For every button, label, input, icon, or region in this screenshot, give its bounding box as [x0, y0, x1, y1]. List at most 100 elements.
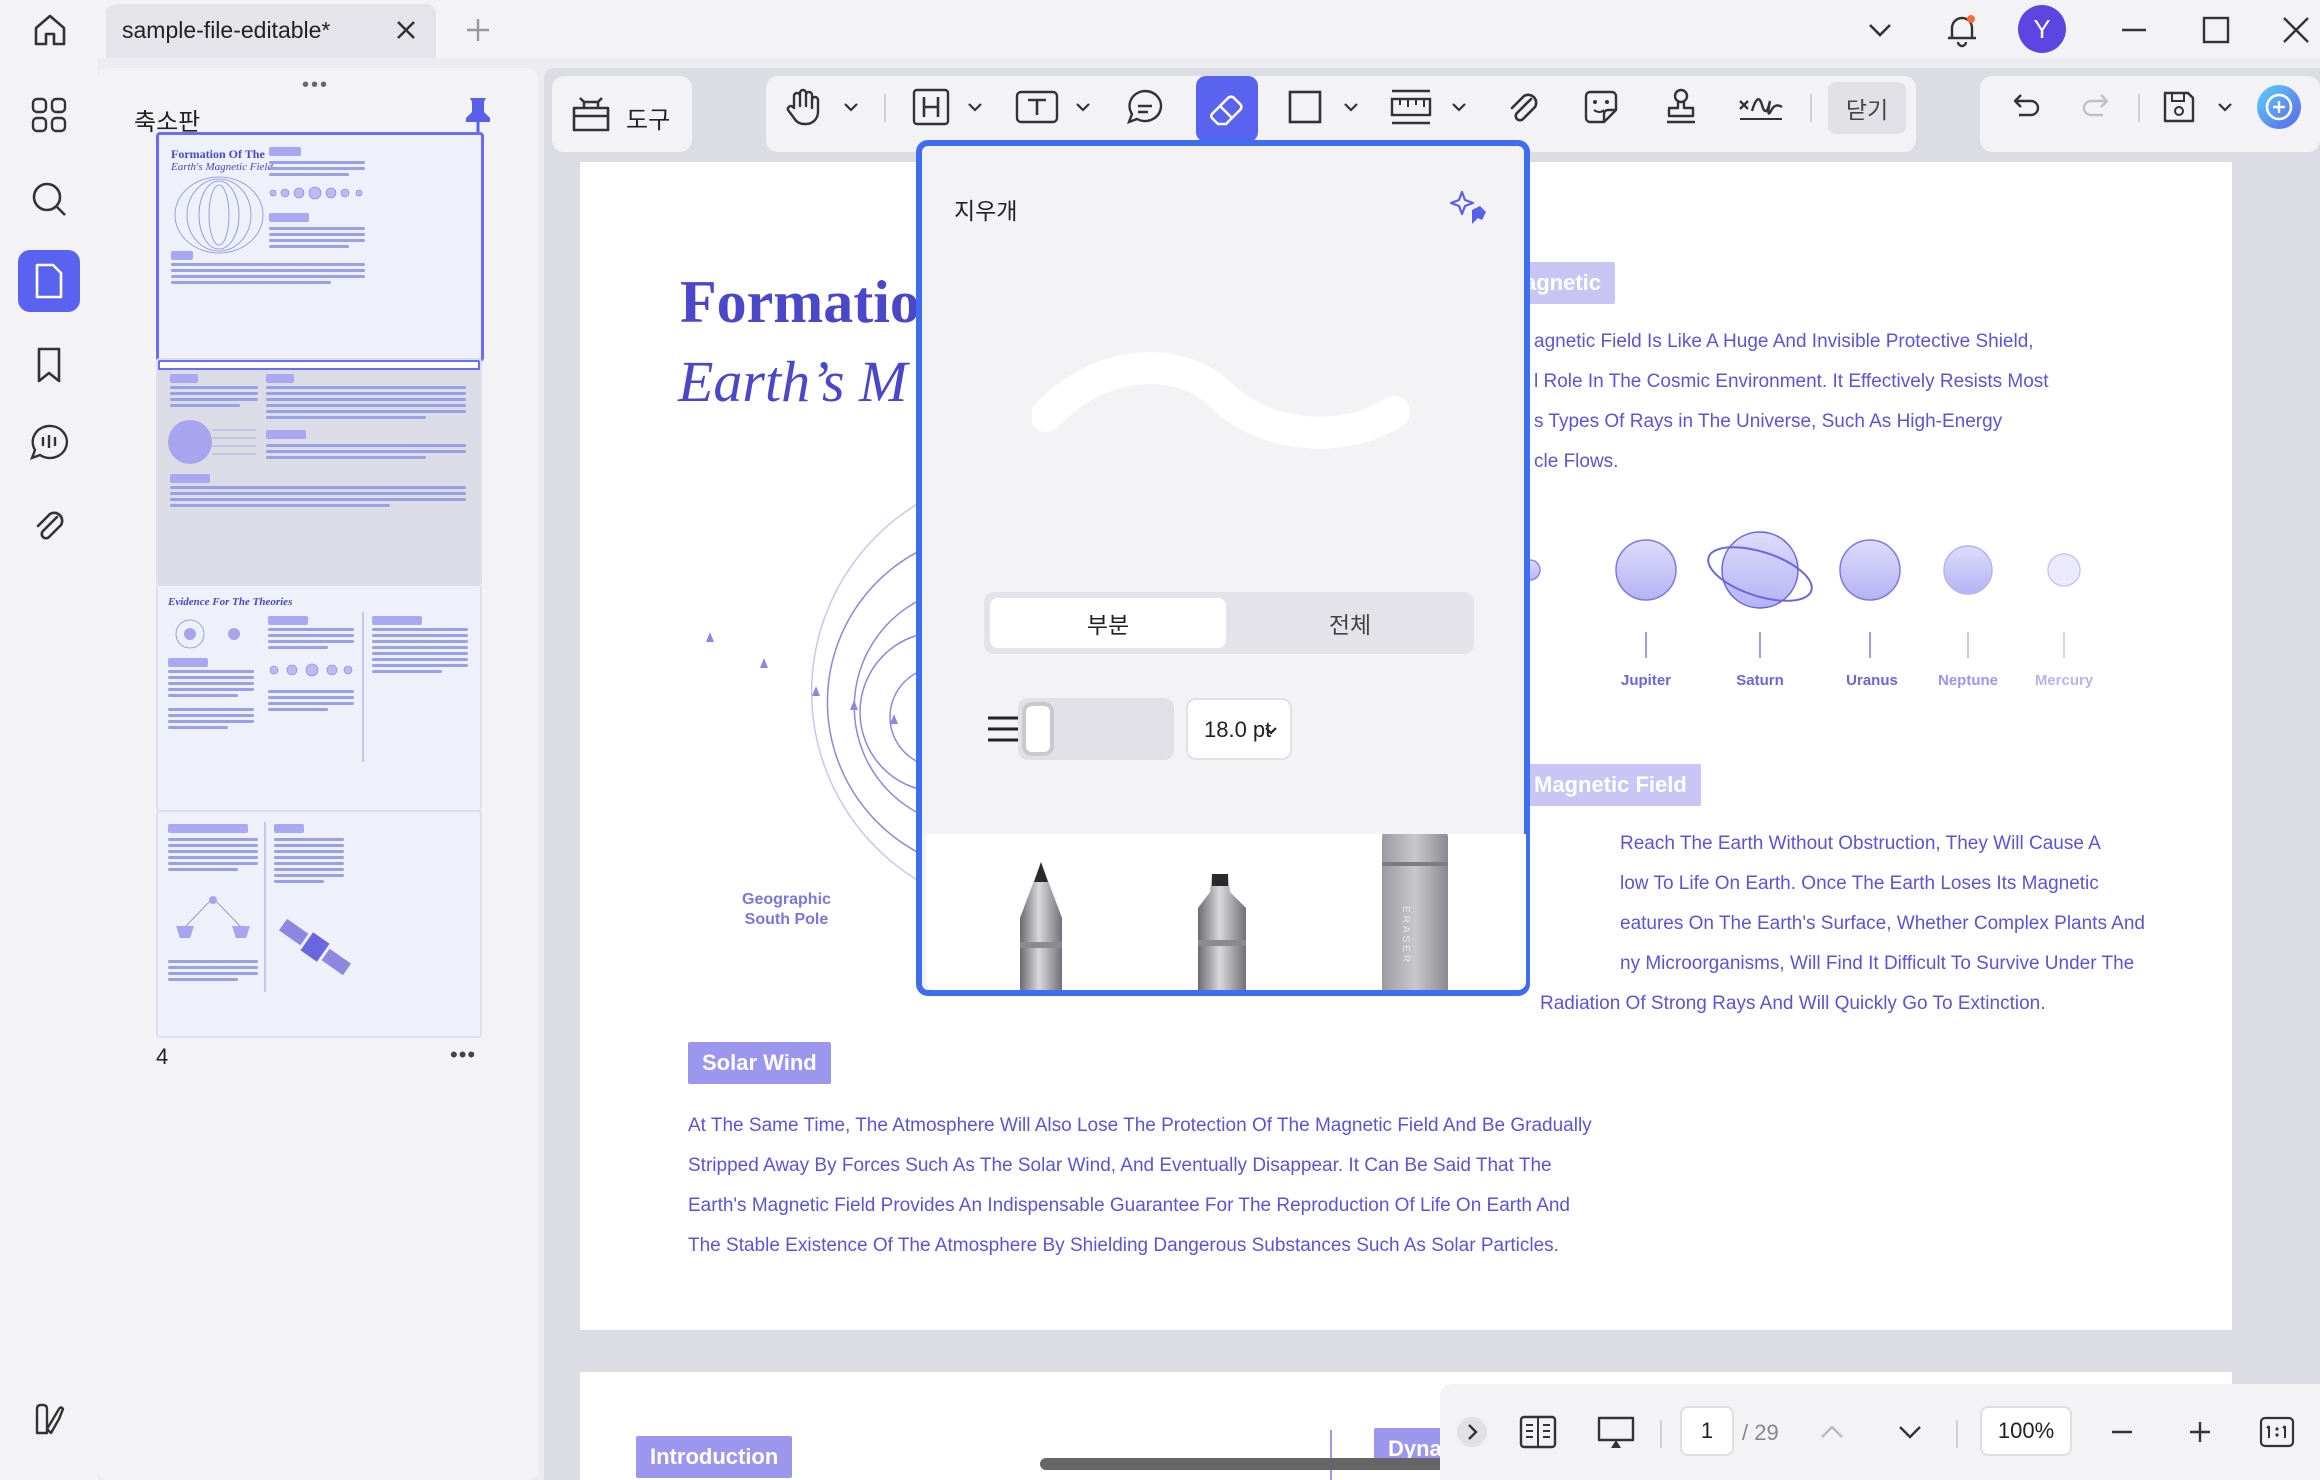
- rectangle-tool-icon[interactable]: [1278, 80, 1332, 134]
- section-heading-introduction: Introduction: [636, 1436, 793, 1478]
- hand-tool-icon[interactable]: [776, 80, 830, 134]
- paragraph-1: agnetic Field Is Like A Huge And Invisib…: [1534, 331, 2049, 472]
- chevron-down-icon[interactable]: [1450, 98, 1468, 116]
- slider-handle[interactable]: [1022, 702, 1054, 756]
- actual-size-icon[interactable]: [2252, 1406, 2302, 1458]
- thumb-number: 4: [156, 1044, 169, 1069]
- magic-pin-icon[interactable]: [1442, 184, 1490, 228]
- thumb-heading: Formation Of The: [171, 147, 265, 161]
- size-select[interactable]: 18.0 pt: [1186, 698, 1292, 760]
- chevron-down-icon[interactable]: [2216, 98, 2234, 116]
- maximize-icon[interactable]: [2194, 8, 2238, 52]
- chevron-down-icon[interactable]: [842, 98, 860, 116]
- paragraph-3: At The Same Time, The Atmosphere Will Al…: [688, 1115, 1592, 1256]
- chevron-down-icon[interactable]: [966, 98, 984, 116]
- tools-label: 도구: [626, 107, 671, 134]
- comment-tool-icon[interactable]: [1118, 80, 1172, 134]
- marker-icon[interactable]: [1184, 870, 1264, 990]
- eraser-pen-icon[interactable]: [1374, 834, 1454, 990]
- attachment-icon[interactable]: [18, 494, 80, 556]
- tools-menu-button[interactable]: 도구: [552, 76, 692, 152]
- page-layout-icon[interactable]: [1510, 1406, 1566, 1458]
- chevron-down-icon: [1265, 727, 1277, 735]
- signature-tool-icon[interactable]: [1734, 80, 1788, 134]
- pencil-icon[interactable]: [1006, 854, 1076, 990]
- paragraph-2: Reach The Earth Without Obstruction, The…: [1540, 833, 2145, 1014]
- thumbnails-panel: ••• 축소판 Formation Of The Earth's Magneti…: [98, 68, 538, 1480]
- window-close-icon[interactable]: [2274, 8, 2318, 52]
- tab-title: sample-file-editable*: [122, 17, 331, 43]
- sticker-tool-icon[interactable]: [1574, 80, 1628, 134]
- planets-diagram: [1520, 531, 1993, 658]
- thumb-subheading: Earth's Magnetic Field: [171, 161, 273, 173]
- title-bar: sample-file-editable* Y: [0, 0, 2320, 58]
- zoom-level[interactable]: 100%: [1980, 1406, 2072, 1456]
- chevron-down-icon[interactable]: [1074, 98, 1092, 116]
- left-rail: [0, 58, 98, 1480]
- search-icon[interactable]: [18, 168, 80, 230]
- sidebar-settings-icon[interactable]: [18, 1388, 80, 1450]
- status-bar: 1 / 29 100%: [1440, 1384, 2320, 1480]
- magnetic-field-diagram: [706, 491, 941, 893]
- save-icon[interactable]: [2152, 80, 2206, 134]
- section-heading-magnetic-field: Magnetic Field: [1520, 764, 1701, 806]
- page-title: Formatio: [680, 269, 920, 335]
- panel-resize-grip[interactable]: •••: [302, 74, 329, 97]
- document-tab[interactable]: sample-file-editable*: [106, 4, 436, 58]
- segment-all[interactable]: 전체: [1232, 598, 1468, 648]
- thumbnails-icon[interactable]: [18, 250, 80, 312]
- planet-label: Jupiter: [1620, 672, 1671, 689]
- page-thumbnail-4[interactable]: [156, 810, 482, 1038]
- zoom-out-icon[interactable]: [2100, 1406, 2144, 1458]
- page-number-input[interactable]: 1: [1680, 1406, 1734, 1456]
- planet-label: Saturn: [1736, 672, 1784, 689]
- attach-file-tool-icon[interactable]: [1496, 80, 1550, 134]
- zoom-in-icon[interactable]: [2178, 1406, 2222, 1458]
- thumb-field-diagram: [174, 176, 264, 254]
- new-tab-icon[interactable]: [456, 8, 500, 52]
- bookmark-icon[interactable]: [18, 334, 80, 396]
- page-thumbnail-3[interactable]: Evidence For The Theories: [156, 584, 482, 812]
- undo-icon[interactable]: [1998, 80, 2052, 134]
- planet-label: Mercury: [2034, 672, 2094, 689]
- collapse-statusbar-button[interactable]: [1452, 1406, 1492, 1458]
- chevron-down-icon[interactable]: [1342, 98, 1360, 116]
- size-slider[interactable]: [1018, 698, 1174, 760]
- eraser-popup: 지우개 부분 전체 18.0 pt ERASER: [916, 140, 1530, 996]
- page-thumbnail-1[interactable]: Formation Of The Earth's Magnetic Field: [156, 132, 484, 362]
- home-icon[interactable]: [28, 8, 72, 52]
- close-annotation-button[interactable]: 닫기: [1828, 82, 1906, 134]
- toolbox-icon: [572, 97, 610, 132]
- thumb-heading: Evidence For The Theories: [168, 596, 293, 608]
- text-box-tool-icon[interactable]: [1010, 80, 1064, 134]
- segment-partial[interactable]: 부분: [990, 598, 1226, 648]
- page-thumbnail-2[interactable]: [156, 358, 482, 586]
- highlight-tool-icon[interactable]: [904, 80, 958, 134]
- chevron-down-icon[interactable]: [1858, 8, 1902, 52]
- section-heading-solar-wind: Solar Wind: [688, 1042, 831, 1084]
- thumb-more-button[interactable]: •••: [450, 1042, 476, 1068]
- page-subtitle: Earth’s M: [678, 349, 908, 414]
- planet-label: Uranus: [1846, 672, 1898, 689]
- popup-title: 지우개: [954, 198, 1018, 224]
- redo-icon[interactable]: [2070, 80, 2124, 134]
- minimize-icon[interactable]: [2112, 8, 2156, 52]
- chevron-up-icon[interactable]: [1810, 1406, 1854, 1458]
- bell-icon[interactable]: [1940, 8, 1984, 52]
- chevron-down-icon[interactable]: [1888, 1406, 1932, 1458]
- ai-assistant-icon[interactable]: [2252, 80, 2306, 134]
- apps-icon[interactable]: [18, 84, 80, 146]
- measure-tool-icon[interactable]: [1384, 80, 1438, 134]
- presentation-icon[interactable]: [1588, 1406, 1644, 1458]
- pole-label: Geographic South Pole: [742, 891, 831, 928]
- avatar[interactable]: Y: [2018, 5, 2066, 53]
- eraser-brand-text: ERASER: [1400, 906, 1411, 966]
- eraser-mode-segment: 부분 전체: [984, 592, 1474, 654]
- line-width-icon: [988, 716, 1018, 742]
- close-icon[interactable]: [390, 14, 422, 46]
- stroke-preview: [1032, 352, 1410, 449]
- comment-icon[interactable]: [18, 412, 80, 474]
- eraser-tool-icon[interactable]: [1196, 76, 1258, 142]
- total-pages: / 29: [1742, 1420, 1779, 1445]
- stamp-tool-icon[interactable]: [1654, 80, 1708, 134]
